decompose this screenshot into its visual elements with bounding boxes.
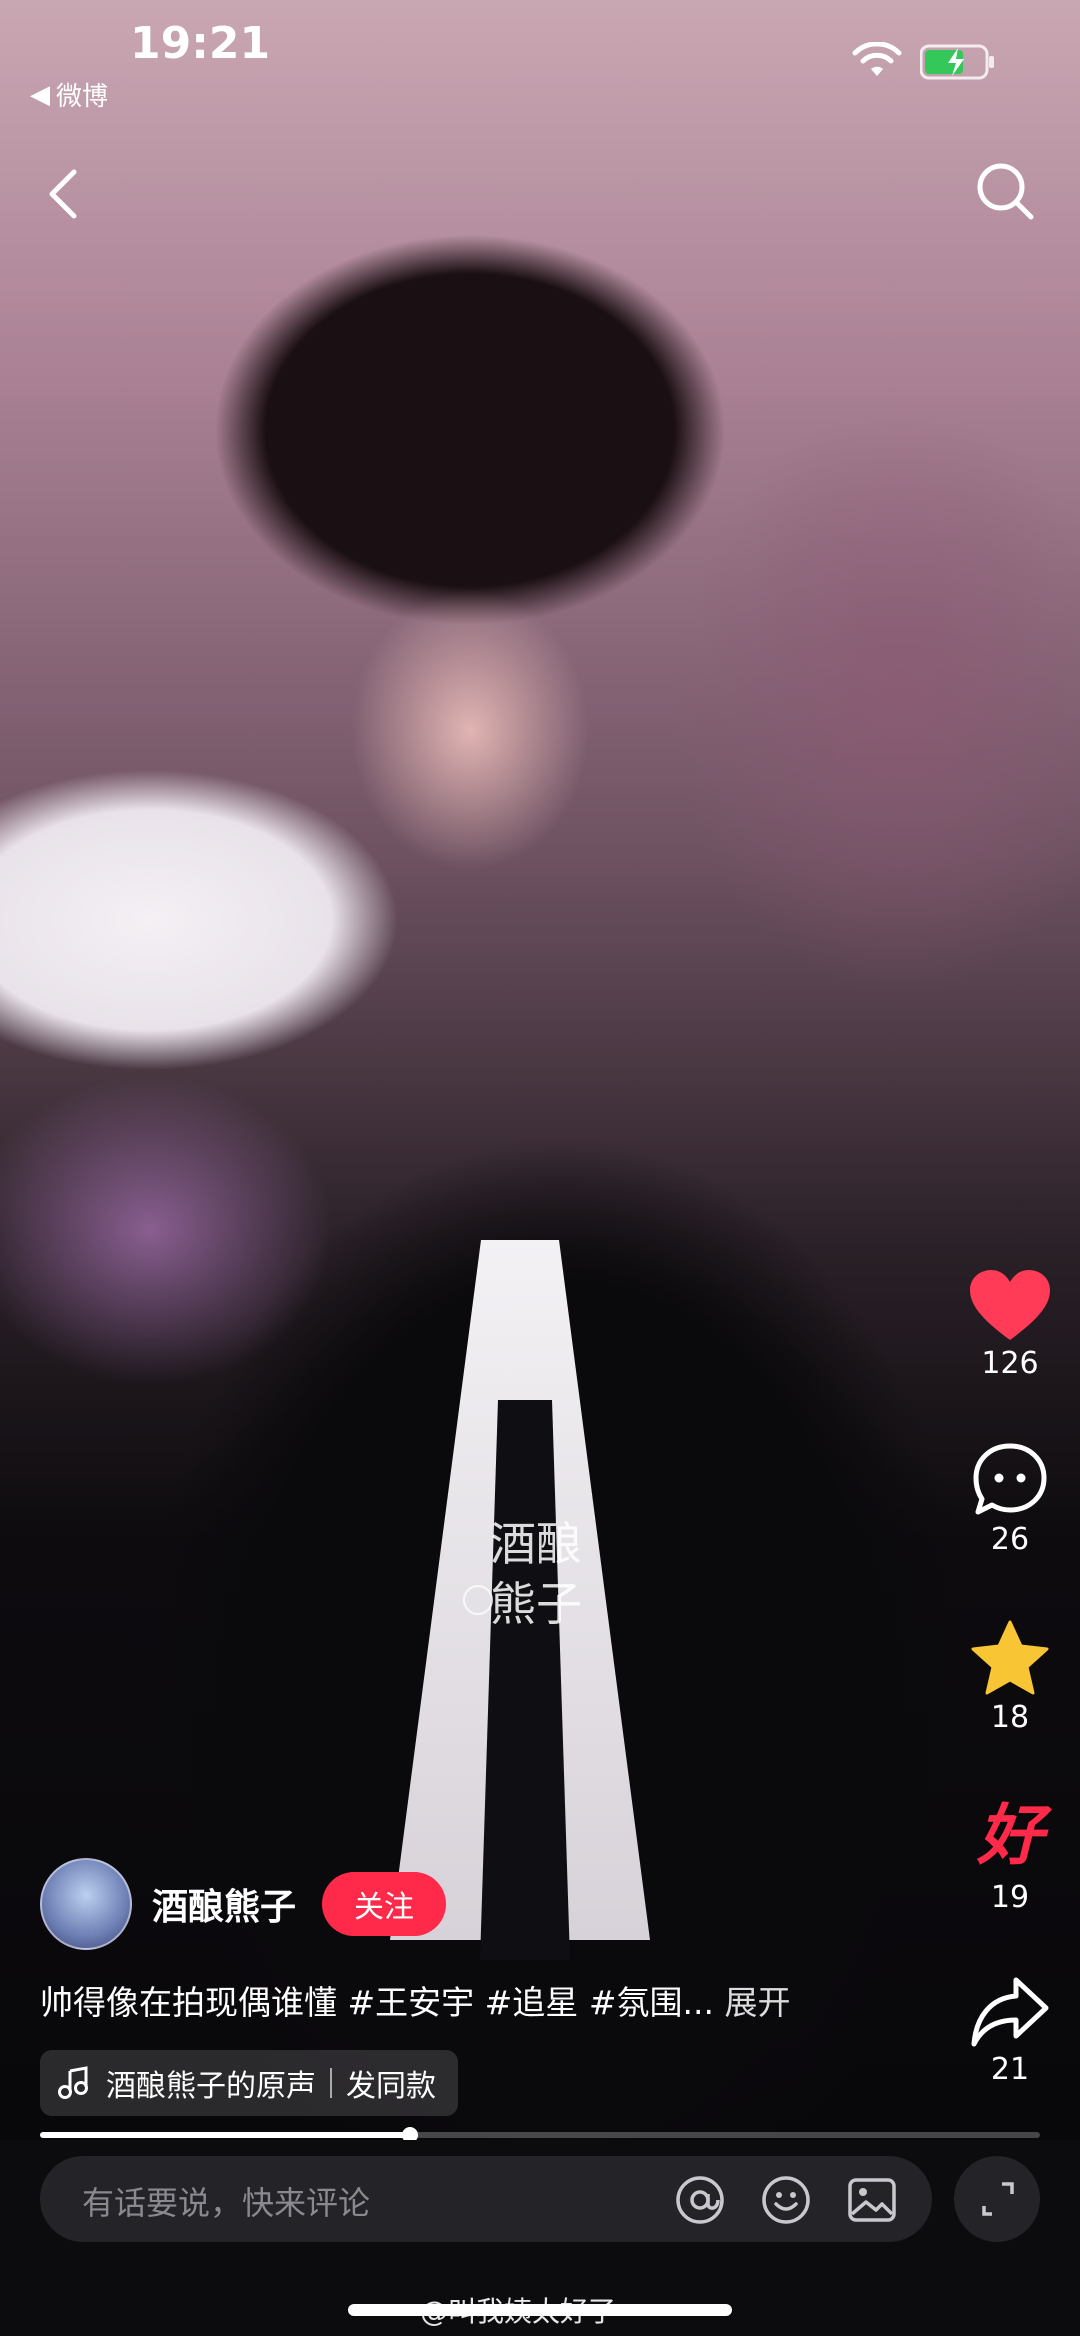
share-arrow-icon	[971, 1977, 1049, 2047]
wifi-icon	[852, 42, 902, 76]
star-icon	[971, 1620, 1049, 1695]
search-icon[interactable]	[974, 160, 1036, 222]
comment-input[interactable]: 有话要说，快来评论	[40, 2156, 932, 2242]
status-bar: 19:21 ◀ 微博	[0, 0, 1080, 120]
watermark-line-2: 熊子	[490, 1577, 582, 1631]
expand-arrows-icon	[982, 2182, 1014, 2216]
video-progress-bar[interactable]	[40, 2127, 1040, 2143]
share-count: 21	[990, 2052, 1030, 2087]
music-note-icon	[58, 2066, 88, 2099]
author-row: 酒酿熊子 关注	[40, 1858, 447, 1950]
status-time: 19:21	[130, 18, 271, 69]
at-mention-icon[interactable]	[674, 2174, 726, 2226]
caption-tag[interactable]: #氛围...	[589, 1983, 714, 2022]
author-name[interactable]: 酒酿熊子	[152, 1878, 296, 1930]
home-indicator[interactable]	[348, 2304, 732, 2316]
video-player[interactable]: 酒酿 熊子	[0, 0, 1080, 2140]
back-chevron-icon[interactable]	[44, 166, 84, 222]
fullscreen-button[interactable]	[954, 2156, 1040, 2242]
use-sound-button[interactable]: 发同款	[346, 2061, 436, 2105]
caption-text: 帅得像在拍现偶谁懂	[40, 1983, 337, 2022]
caption-tag[interactable]: #追星	[485, 1983, 579, 2022]
like-count: 126	[981, 1346, 1039, 1381]
like-button[interactable]: 126	[940, 1270, 1080, 1381]
comment-bubble-icon	[973, 1443, 1047, 1515]
caption-tag[interactable]: #王安宇	[348, 1983, 475, 2022]
music-bar[interactable]: 酒酿熊子的原声 发同款	[40, 2050, 458, 2116]
comment-placeholder: 有话要说，快来评论	[82, 2184, 371, 2222]
watermark-line-1: 酒酿	[490, 1517, 582, 1571]
video-caption[interactable]: 帅得像在拍现偶谁懂 #王安宇 #追星 #氛围... 展开	[40, 1976, 920, 2024]
back-app-label: 微博	[56, 82, 109, 112]
video-watermark: 酒酿 熊子	[463, 1517, 582, 1631]
favorite-count: 18	[990, 1700, 1030, 1735]
author-avatar[interactable]	[40, 1858, 132, 1950]
comment-count: 26	[990, 1522, 1030, 1557]
emoji-icon[interactable]	[760, 2174, 812, 2226]
good-count: 19	[990, 1880, 1030, 1915]
progress-fill	[40, 2132, 410, 2138]
share-button[interactable]: 21	[940, 1976, 1080, 2087]
good-badge-icon: 好	[977, 1797, 1043, 1874]
music-divider	[330, 2068, 332, 2098]
back-to-app-link[interactable]: ◀ 微博	[30, 76, 108, 113]
music-title: 酒酿熊子的原声	[106, 2069, 316, 2104]
heart-icon	[970, 1270, 1050, 1340]
battery-icon	[920, 44, 994, 80]
comment-button[interactable]: 26	[940, 1442, 1080, 1557]
favorite-button[interactable]: 18	[940, 1620, 1080, 1735]
back-triangle-icon: ◀	[30, 79, 50, 110]
image-icon[interactable]	[846, 2174, 898, 2226]
good-button[interactable]: 好 19	[940, 1796, 1080, 1915]
follow-button[interactable]: 关注	[322, 1872, 447, 1936]
caption-expand-link[interactable]: 展开	[724, 1983, 790, 2022]
